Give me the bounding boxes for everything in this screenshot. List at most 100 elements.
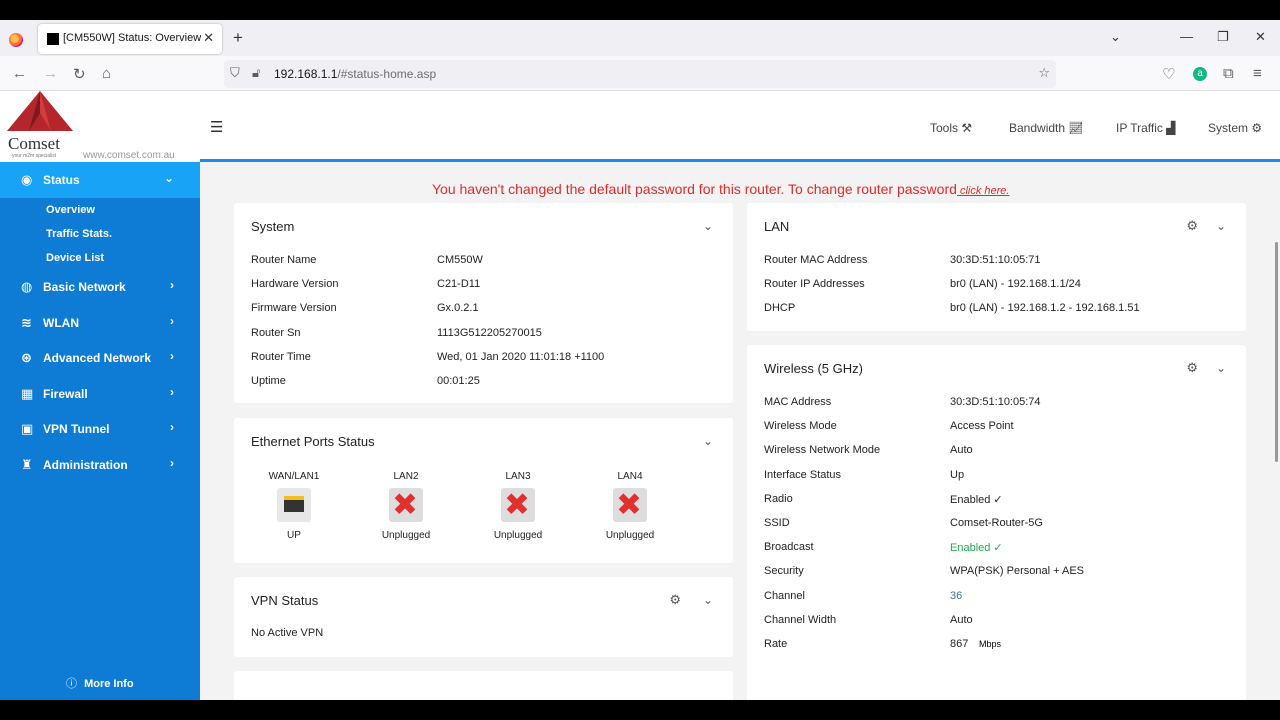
tools-icon: ⚒ — [961, 121, 973, 135]
row-label: DHCP — [764, 302, 796, 314]
list-tabs-icon[interactable]: ⌄ — [1110, 29, 1121, 45]
reload-icon[interactable]: ↻ — [73, 65, 86, 83]
default-password-warning: You haven't changed the default password… — [432, 181, 1010, 197]
collapse-chevron-icon[interactable]: ⌄ — [1216, 219, 1226, 233]
tools-link[interactable]: Tools ⚒ — [930, 121, 972, 135]
url-bar[interactable]: ⛉ 🔓︎ 192.168.1.1/#status-home.asp ☆ — [224, 60, 1056, 88]
area-chart-icon: ▟ — [1166, 121, 1176, 135]
bookmark-star-icon[interactable]: ☆ — [1038, 65, 1050, 81]
change-password-link[interactable]: click here. — [957, 185, 1010, 197]
close-tab-icon[interactable]: ✕ — [203, 30, 214, 46]
card-title: Ethernet Ports Status — [251, 434, 375, 449]
collapse-chevron-icon[interactable]: ⌄ — [703, 434, 713, 448]
top-bar: ☰ Tools ⚒ Bandwidth 📈︎ IP Traffic ▟ Syst… — [200, 91, 1280, 162]
browser-window: [CM550W] Status: Overview ✕ + ⌄ — ❐ ✕ ← … — [0, 20, 1280, 700]
vpn-icon: ▣ — [21, 421, 34, 436]
ethernet-ports-card: Ethernet Ports Status ⌄ WAN/LAN1 UP LAN2… — [234, 418, 733, 563]
brand-logo[interactable]: Comset your m2m specialist www.comset.co… — [0, 91, 200, 162]
row-value: br0 (LAN) - 192.168.1.1/24 — [950, 278, 1081, 290]
vpn-status-text: No Active VPN — [251, 627, 324, 639]
row-value: Enabled ✓ — [950, 493, 1003, 506]
row-label: Router Name — [251, 254, 317, 266]
row-value: Up — [950, 468, 965, 481]
row-label: Router Time — [251, 350, 311, 363]
router-page: Comset your m2m specialist www.comset.co… — [0, 91, 1280, 700]
row-label: Broadcast — [764, 541, 814, 554]
sidebar-item-vpn-tunnel[interactable]: ▣ VPN Tunnel › — [0, 411, 200, 447]
minimize-icon[interactable]: — — [1180, 29, 1193, 44]
gear-icon[interactable]: ⚙ — [669, 592, 681, 608]
sidebar-item-wlan[interactable]: ≋ WLAN › — [0, 305, 200, 341]
gear-icon[interactable]: ⚙ — [1186, 360, 1198, 376]
gear-icon[interactable]: ⚙ — [1186, 218, 1198, 234]
chevron-down-icon: ⌄ — [163, 171, 174, 185]
menu-icon[interactable]: ≡ — [1253, 65, 1262, 82]
wireless-card: Wireless (5 GHz) ⚙ ⌄ MAC Address 30:3D:51… — [747, 345, 1246, 700]
next-card — [234, 671, 733, 700]
sidebar-item-firewall[interactable]: ▦ Firewall › — [0, 376, 200, 412]
row-label: Uptime — [251, 375, 286, 387]
sidebar-sub-overview[interactable]: Overview — [46, 204, 95, 216]
url-text[interactable]: 192.168.1.1/#status-home.asp — [274, 67, 436, 81]
row-label: Router Sn — [251, 326, 301, 339]
row-label: Security — [764, 565, 804, 578]
close-window-icon[interactable]: ✕ — [1255, 29, 1266, 45]
hamburger-icon[interactable]: ☰ — [210, 118, 223, 136]
more-info-link[interactable]: ⓘ More Info — [66, 675, 134, 691]
pocket-icon[interactable]: ♡ — [1162, 65, 1175, 83]
row-value: 30:3D:51:10:05:74 — [950, 396, 1041, 408]
sidebar-sub-device-list[interactable]: Device List — [46, 252, 104, 264]
collapse-chevron-icon[interactable]: ⌄ — [703, 593, 713, 607]
navigation-toolbar: ← → ↻ ⌂ ⛉ 🔓︎ 192.168.1.1/#status-home.as… — [0, 56, 1280, 91]
chevron-right-icon: › — [170, 385, 174, 399]
collapse-chevron-icon[interactable]: ⌄ — [703, 219, 713, 233]
sidebar: ◉ Status ⌄ Overview Traffic Stats. Devic… — [0, 162, 200, 700]
row-label: Firmware Version — [251, 302, 337, 315]
info-icon: ⓘ — [66, 678, 77, 690]
main-content: You haven't changed the default password… — [200, 162, 1280, 700]
row-value: 36 — [950, 589, 963, 602]
row-label: MAC Address — [764, 396, 832, 408]
user-admin-icon: ♜ — [21, 457, 33, 472]
sidebar-item-advanced-network[interactable]: ⊛ Advanced Network › — [0, 340, 200, 376]
forward-icon[interactable]: → — [43, 65, 58, 82]
sidebar-sub-traffic-stats[interactable]: Traffic Stats. — [46, 228, 112, 240]
port-lan3: LAN3 ✖ Unplugged — [493, 471, 543, 541]
chevron-right-icon: › — [170, 349, 174, 363]
eye-icon: ◉ — [21, 172, 33, 187]
card-title: System — [251, 219, 295, 234]
row-value: Access Point — [950, 420, 1014, 433]
row-label: Radio — [764, 492, 793, 505]
browser-tab[interactable]: [CM550W] Status: Overview ✕ — [38, 24, 222, 54]
tab-bar: [CM550W] Status: Overview ✕ + ⌄ — ❐ ✕ — [0, 20, 1280, 56]
ip-traffic-link[interactable]: IP Traffic ▟ — [1116, 121, 1176, 135]
row-value: Gx.0.2.1 — [437, 302, 479, 315]
restore-icon[interactable]: ❐ — [1217, 29, 1229, 45]
sidebar-item-administration[interactable]: ♜ Administration › — [0, 447, 200, 483]
bandwidth-link[interactable]: Bandwidth 📈︎ — [1009, 121, 1084, 135]
system-link[interactable]: System ⚙ — [1208, 121, 1262, 135]
row-label: Hardware Version — [251, 278, 339, 291]
row-label: SSID — [764, 517, 790, 529]
firefox-icon[interactable] — [9, 33, 23, 47]
new-tab-icon[interactable]: + — [233, 28, 243, 48]
extensions-icon[interactable]: ⧉ — [1223, 65, 1234, 82]
row-label: Rate — [764, 638, 788, 650]
page-scrollbar[interactable] — [1275, 242, 1278, 462]
lock-icon[interactable]: 🔓︎ — [252, 65, 260, 81]
shield-icon[interactable]: ⛉ — [230, 65, 240, 81]
account-icon[interactable]: a — [1193, 67, 1207, 81]
brand-website: www.comset.com.au — [83, 150, 175, 161]
gear-icon: ⚙ — [1251, 121, 1263, 135]
row-value: br0 (LAN) - 192.168.1.2 - 192.168.1.51 — [950, 302, 1140, 314]
sidebar-item-basic-network[interactable]: ◍ Basic Network › — [0, 269, 200, 305]
port-lan2: LAN2 ✖ Unplugged — [381, 471, 431, 541]
row-value: CM550W — [437, 254, 483, 266]
back-icon[interactable]: ← — [12, 65, 27, 82]
collapse-chevron-icon[interactable]: ⌄ — [1216, 361, 1226, 375]
port-wan-lan1: WAN/LAN1 UP — [268, 471, 320, 541]
home-icon[interactable]: ⌂ — [102, 65, 111, 82]
lan-card: LAN ⚙ ⌄ Router MAC Address 30:3D:51:10:05… — [747, 203, 1246, 331]
chevron-right-icon: › — [170, 420, 174, 434]
brand-name: Comset — [8, 134, 60, 153]
